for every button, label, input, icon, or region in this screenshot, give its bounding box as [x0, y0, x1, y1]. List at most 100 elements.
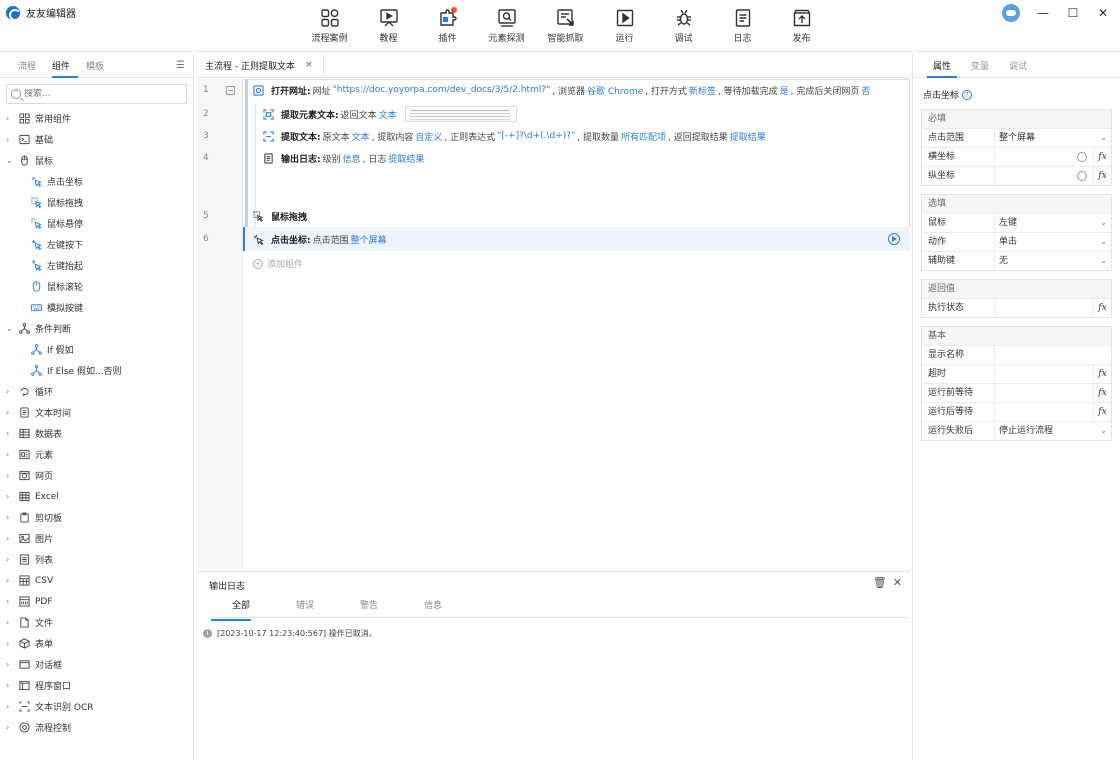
toolbar-smart-capture-button[interactable]: 智能抓取 — [536, 8, 595, 46]
tab-variables[interactable]: 变量 — [971, 59, 989, 72]
target-pick-icon[interactable] — [1077, 171, 1087, 181]
tab-properties[interactable]: 属性 — [933, 59, 951, 72]
prop-click-range[interactable]: 点击范围 整个屏幕 ⌄ — [922, 128, 1111, 147]
chevron-right-icon[interactable]: › — [6, 597, 16, 606]
tree-item-sub[interactable]: 左键抬起 — [0, 255, 193, 276]
tab-main-flow[interactable]: 主流程 - 正则提取文本 × — [197, 53, 324, 77]
close-window-icon[interactable]: ✕ — [1096, 6, 1110, 20]
tree-item-category[interactable]: › 网页 — [0, 465, 193, 486]
tree-item-category[interactable]: › 循环 — [0, 381, 193, 402]
prop-on-failure[interactable]: 运行失败后 停止运行流程 ⌄ — [922, 421, 1111, 440]
chevron-right-icon[interactable]: › — [6, 492, 16, 501]
chevron-right-icon[interactable]: › — [6, 408, 16, 417]
fx-icon[interactable]: fx — [1093, 299, 1111, 317]
open-url-statement[interactable]: 打开网址: 网址 "https://doc.yoyorpa.com/dev_do… — [253, 84, 872, 97]
log-tab-all[interactable]: 全部 — [209, 598, 273, 621]
toolbar-cases-button[interactable]: 流程案例 — [300, 8, 359, 46]
tree-item-sub[interactable]: 模拟按键 — [0, 297, 193, 318]
toolbar-tutorial-button[interactable]: 教程 — [359, 8, 418, 46]
prop-wait-before[interactable]: 运行前等待 fx — [922, 383, 1111, 402]
flow-line-2[interactable]: 2 提取元素文本: 返回文本 文本 — [197, 103, 910, 125]
flow-line-4[interactable]: 4 输出日志: 级别 信息 , 日志 提取结果 — [197, 147, 910, 169]
trash-icon[interactable]: 🗑 — [873, 576, 887, 589]
tree-item-category[interactable]: › 文本识别 OCR — [0, 696, 193, 717]
mouse-button-select[interactable]: 左键 — [999, 218, 1017, 228]
prop-modifier-key[interactable]: 辅助键 无 ⌄ — [922, 251, 1111, 270]
prop-exec-status[interactable]: 执行状态 fx — [922, 298, 1111, 317]
chevron-right-icon[interactable]: › — [6, 471, 16, 480]
chevron-right-icon[interactable]: › — [6, 450, 16, 459]
chevron-down-icon[interactable]: ⌄ — [6, 156, 16, 165]
chevron-right-icon[interactable]: › — [6, 387, 16, 396]
chevron-right-icon[interactable]: › — [6, 534, 16, 543]
collapse-panel-icon[interactable]: ☰ — [176, 60, 185, 71]
tab-debug[interactable]: 调试 — [1009, 59, 1027, 72]
modifier-key-select[interactable]: 无 — [999, 256, 1008, 266]
prop-x-coordinate[interactable]: 横坐标 fx — [922, 147, 1111, 166]
flow-line-1[interactable]: 1 − 打开网址: 网址 "https://doc.yoyorpa.com/de… — [197, 79, 910, 101]
tree-item-category[interactable]: › 元素 — [0, 444, 193, 465]
mouse-drag-statement[interactable]: 鼠标拖拽 — [253, 210, 309, 223]
chevron-right-icon[interactable]: › — [6, 639, 16, 648]
tree-item-category[interactable]: › 常用组件 — [0, 108, 193, 129]
tree-item-sub[interactable]: 左键按下 — [0, 234, 193, 255]
log-tab-error[interactable]: 错误 — [273, 598, 337, 617]
tree-item-category[interactable]: ⌄ 鼠标 — [0, 150, 193, 171]
tree-item-category[interactable]: › 文件 — [0, 612, 193, 633]
close-after-value[interactable]: 否 — [861, 84, 870, 97]
chevron-right-icon[interactable]: › — [6, 702, 16, 711]
url-value[interactable]: "https://doc.yoyorpa.com/dev_docs/3/5/2.… — [333, 85, 551, 95]
maximize-icon[interactable]: ☐ — [1066, 6, 1080, 20]
chevron-right-icon[interactable]: › — [6, 681, 16, 690]
chevron-down-icon[interactable]: ⌄ — [1100, 129, 1107, 147]
close-tab-icon[interactable]: × — [305, 60, 313, 70]
prop-action[interactable]: 动作 单击 ⌄ — [922, 232, 1111, 251]
tree-item-category[interactable]: › 文本时间 — [0, 402, 193, 423]
tree-item-category[interactable]: › 表单 — [0, 633, 193, 654]
prop-wait-after[interactable]: 运行后等待 fx — [922, 402, 1111, 421]
flow-line-5[interactable]: 5 鼠标拖拽 — [197, 205, 910, 227]
chevron-down-icon[interactable]: ⌄ — [1100, 214, 1107, 232]
fx-icon[interactable]: fx — [1093, 384, 1111, 402]
tree-item-category[interactable]: › 列表 — [0, 549, 193, 570]
tree-item-sub[interactable]: 点击坐标 — [0, 171, 193, 192]
tab-templates[interactable]: 模板 — [86, 59, 104, 72]
wait-value[interactable]: 是 — [780, 84, 789, 97]
toolbar-plugin-button[interactable]: 插件 — [418, 7, 477, 46]
fx-icon[interactable]: fx — [1093, 167, 1111, 185]
toolbar-log-button[interactable]: 日志 — [713, 8, 772, 46]
log-tab-info[interactable]: 信息 — [401, 598, 465, 617]
chevron-right-icon[interactable]: › — [6, 114, 16, 123]
user-avatar-icon[interactable] — [1002, 4, 1020, 22]
chevron-right-icon[interactable]: › — [6, 513, 16, 522]
chevron-right-icon[interactable]: › — [6, 723, 16, 732]
tree-item-category[interactable]: › Excel — [0, 486, 193, 507]
chevron-right-icon[interactable]: › — [6, 135, 16, 144]
minimize-icon[interactable]: — — [1036, 6, 1050, 20]
tree-item-category[interactable]: › PDF — [0, 591, 193, 612]
on-failure-select[interactable]: 停止运行流程 — [999, 426, 1053, 436]
tree-item-sub[interactable]: 鼠标拖拽 — [0, 192, 193, 213]
chevron-right-icon[interactable]: › — [6, 618, 16, 627]
log-tab-warning[interactable]: 警告 — [337, 598, 401, 617]
help-icon[interactable]: ? — [962, 89, 973, 100]
prop-mouse-button[interactable]: 鼠标 左键 ⌄ — [922, 213, 1111, 232]
return-text-value[interactable]: 文本 — [379, 108, 397, 121]
chevron-right-icon[interactable]: › — [6, 429, 16, 438]
tree-item-category[interactable]: › 基础 — [0, 129, 193, 150]
click-coordinate-statement[interactable]: 点击坐标: 点击范围 整个屏幕 — [253, 233, 389, 246]
toolbar-element-detect-button[interactable]: 元素探测 — [477, 8, 536, 46]
fx-icon[interactable]: fx — [1093, 403, 1111, 421]
close-log-icon[interactable]: ✕ — [893, 576, 902, 589]
flow-line-3[interactable]: 3 提取文本: 原文本 文本 , 提取内容 自定义 , 正则表达式 "[-+]?… — [197, 125, 910, 147]
chevron-right-icon[interactable]: › — [6, 555, 16, 564]
extract-text-statement[interactable]: 提取文本: 原文本 文本 , 提取内容 自定义 , 正则表达式 "[-+]?\d… — [263, 130, 768, 143]
element-preview-thumbnail[interactable] — [404, 106, 517, 122]
tree-item-category[interactable]: › 数据表 — [0, 423, 193, 444]
regex-value[interactable]: "[-+]?\d+(.\d+)?" — [497, 131, 575, 141]
tree-item-sub[interactable]: If Else 假如...否则 — [0, 360, 193, 381]
chevron-down-icon[interactable]: ⌄ — [1100, 252, 1107, 270]
toolbar-publish-button[interactable]: 发布 — [772, 8, 831, 46]
fx-icon[interactable]: fx — [1093, 365, 1111, 383]
tree-item-category[interactable]: › 图片 — [0, 528, 193, 549]
